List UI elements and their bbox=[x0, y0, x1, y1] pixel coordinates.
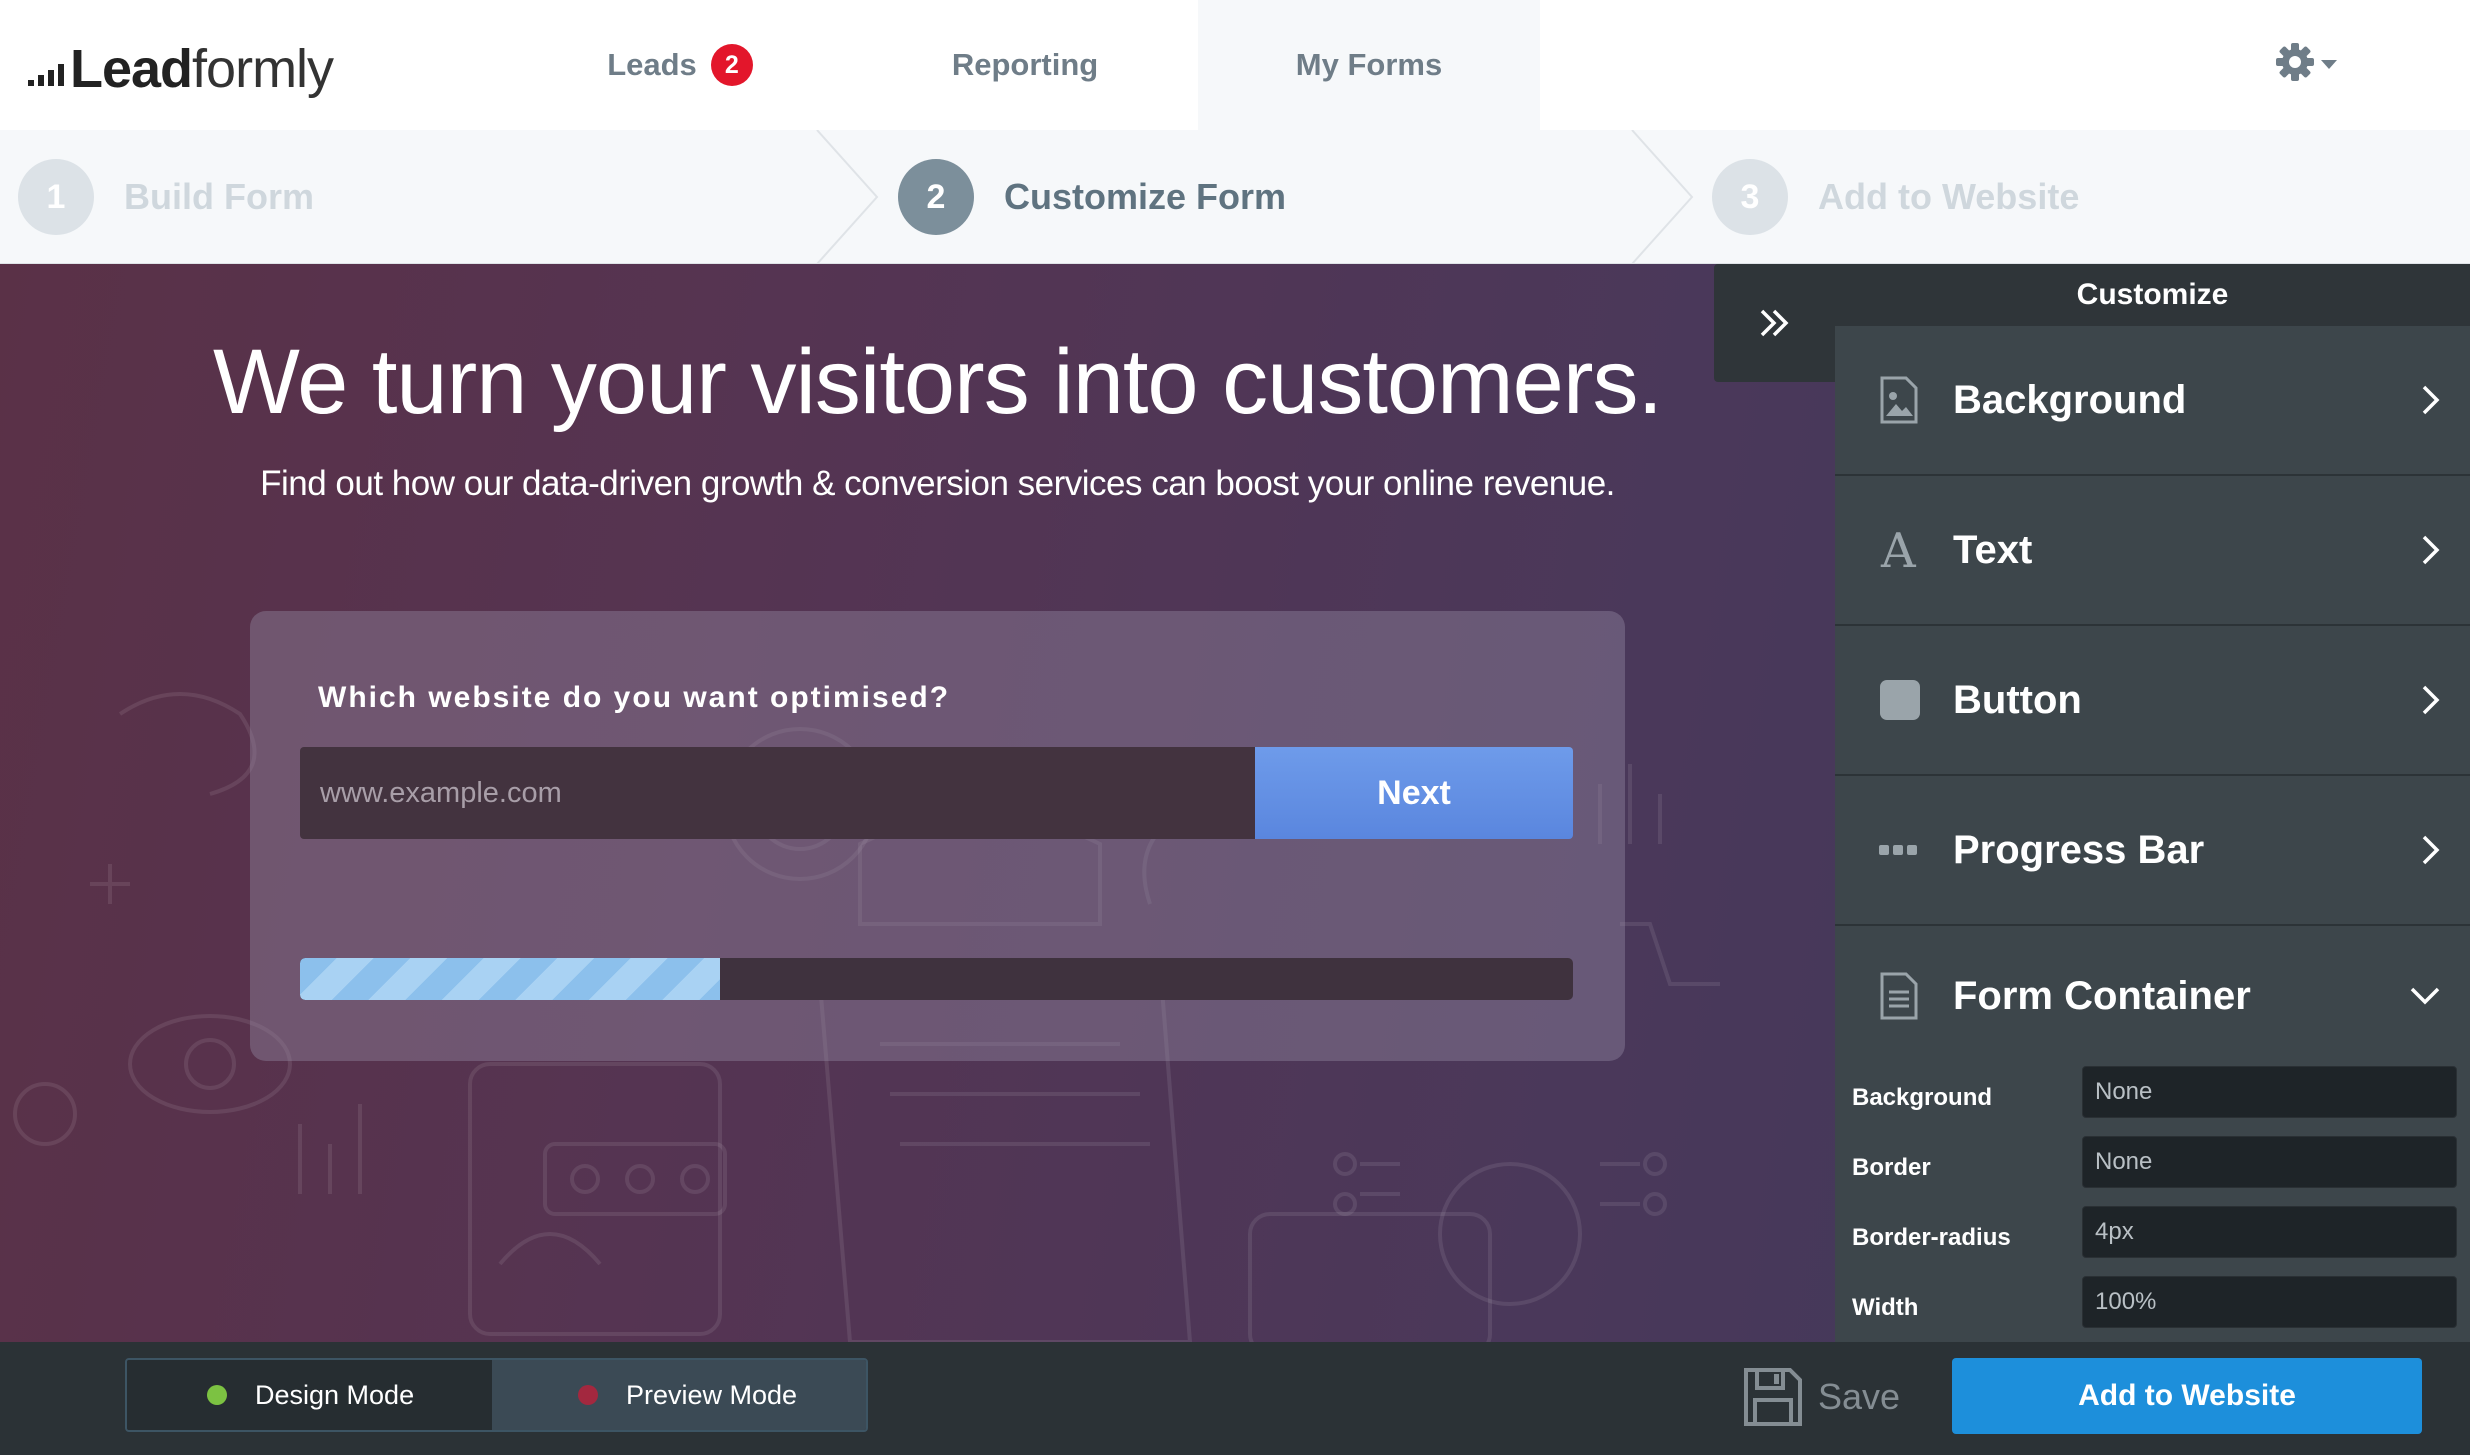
document-icon bbox=[1880, 972, 1918, 1020]
step-divider bbox=[816, 130, 879, 264]
save-label: Save bbox=[1818, 1376, 1901, 1417]
chevron-down-icon bbox=[2321, 59, 2337, 69]
leadformly-logo[interactable]: Leadformly bbox=[28, 30, 334, 100]
design-mode-label: Design Mode bbox=[255, 1379, 415, 1410]
width-field[interactable] bbox=[2082, 1276, 2457, 1328]
design-mode-button[interactable]: Design Mode bbox=[127, 1360, 492, 1430]
preview-mode-label: Preview Mode bbox=[626, 1379, 798, 1410]
wizard-steps: 1 Build Form 2 Customize Form 3 Add to W… bbox=[0, 130, 2470, 264]
preview-mode-dot-icon bbox=[578, 1385, 598, 1405]
form-container[interactable]: Which website do you want optimised? Nex… bbox=[250, 611, 1625, 1061]
step-number: 1 bbox=[18, 159, 94, 235]
prop-row-background: Background bbox=[1835, 1066, 2470, 1136]
hero-subtitle[interactable]: Find out how our data-driven growth & co… bbox=[0, 464, 1875, 504]
tab-reporting-label: Reporting bbox=[951, 47, 1099, 82]
panel-title: Customize bbox=[1835, 264, 2470, 326]
mode-switch: Design Mode Preview Mode bbox=[125, 1358, 868, 1432]
step-label: Customize Form bbox=[1004, 176, 1287, 217]
signal-bars-icon bbox=[28, 64, 64, 86]
hero-title[interactable]: We turn your visitors into customers. bbox=[0, 330, 1875, 435]
step-label: Build Form bbox=[124, 176, 314, 217]
gear-icon bbox=[2276, 43, 2314, 81]
image-icon bbox=[1880, 376, 1918, 424]
prop-row-width: Width bbox=[1835, 1276, 2470, 1342]
step-add-to-website[interactable]: 3 Add to Website bbox=[1712, 130, 2079, 264]
border-radius-field[interactable] bbox=[2082, 1206, 2457, 1258]
chevron-down-icon bbox=[2410, 987, 2440, 1005]
form-question[interactable]: Which website do you want optimised? bbox=[318, 681, 950, 715]
tab-reporting[interactable]: Reporting bbox=[905, 0, 1145, 130]
section-label: Button bbox=[1953, 677, 2082, 722]
section-label: Background bbox=[1953, 377, 2187, 422]
border-field[interactable] bbox=[2082, 1136, 2457, 1188]
logo-light-text: formly bbox=[192, 39, 334, 99]
next-button[interactable]: Next bbox=[1255, 747, 1573, 839]
chevron-right-icon bbox=[2422, 835, 2440, 865]
add-to-website-button[interactable]: Add to Website bbox=[1952, 1358, 2422, 1434]
section-progress-bar[interactable]: Progress Bar bbox=[1835, 776, 2470, 926]
section-text[interactable]: A Text bbox=[1835, 476, 2470, 626]
design-mode-dot-icon bbox=[207, 1385, 227, 1405]
tab-leads-label: Leads bbox=[607, 47, 697, 82]
step-build-form[interactable]: 1 Build Form bbox=[18, 130, 314, 264]
tab-leads[interactable]: Leads 2 bbox=[560, 0, 800, 130]
settings-dropdown[interactable] bbox=[2275, 42, 2337, 82]
svg-text:A: A bbox=[1880, 527, 1917, 573]
logo-bold-text: Lead bbox=[70, 39, 193, 99]
font-icon: A bbox=[1880, 527, 1917, 573]
chevron-right-icon bbox=[2422, 685, 2440, 715]
section-label: Text bbox=[1953, 527, 2033, 572]
step-number: 3 bbox=[1712, 159, 1788, 235]
section-label: Progress Bar bbox=[1953, 827, 2205, 872]
section-button[interactable]: Button bbox=[1835, 626, 2470, 776]
form-progress-bar[interactable] bbox=[300, 958, 1573, 1000]
bottom-toolbar: Design Mode Preview Mode Save Add to Web… bbox=[0, 1342, 2470, 1455]
collapse-panel-button[interactable] bbox=[1714, 264, 1836, 382]
tab-my-forms[interactable]: My Forms bbox=[1198, 0, 1540, 130]
step-label: Add to Website bbox=[1818, 176, 2080, 217]
step-divider bbox=[1631, 130, 1694, 264]
preview-mode-button[interactable]: Preview Mode bbox=[492, 1360, 866, 1430]
background-field[interactable] bbox=[2082, 1066, 2457, 1118]
floppy-disk-icon bbox=[1744, 1368, 1802, 1426]
tab-my-forms-label: My Forms bbox=[1295, 47, 1443, 82]
chevron-right-icon bbox=[2422, 535, 2440, 565]
step-number: 2 bbox=[898, 159, 974, 235]
prop-row-border: Border bbox=[1835, 1136, 2470, 1206]
prop-label: Background bbox=[1852, 1084, 1993, 1111]
website-url-input[interactable] bbox=[300, 747, 1255, 839]
progress-bar-fill bbox=[300, 958, 721, 1000]
leads-count-badge: 2 bbox=[710, 44, 753, 86]
dots-icon bbox=[1879, 845, 1917, 855]
section-label: Form Container bbox=[1953, 973, 2251, 1018]
customize-panel: Customize Background A Text Button Progr… bbox=[1835, 264, 2470, 1342]
section-form-container[interactable]: Form Container bbox=[1835, 926, 2470, 1066]
top-navigation: Leadformly Leads 2 Reporting My Forms bbox=[0, 0, 2470, 130]
section-background[interactable]: Background bbox=[1835, 326, 2470, 476]
prop-label: Border bbox=[1852, 1154, 1931, 1181]
double-chevron-right-icon bbox=[1760, 309, 1789, 337]
save-button[interactable]: Save bbox=[1742, 1366, 1900, 1428]
button-icon bbox=[1880, 680, 1920, 720]
step-customize-form[interactable]: 2 Customize Form bbox=[898, 130, 1286, 264]
prop-label: Border-radius bbox=[1852, 1224, 2011, 1251]
prop-label: Width bbox=[1852, 1294, 1919, 1321]
chevron-right-icon bbox=[2422, 385, 2440, 415]
prop-row-border-radius: Border-radius bbox=[1835, 1206, 2470, 1276]
